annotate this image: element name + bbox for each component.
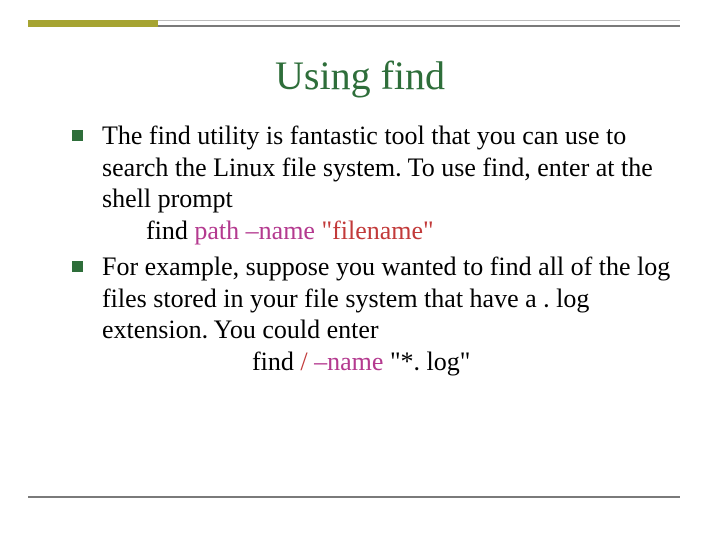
bullet-item: For example, suppose you wanted to find … bbox=[72, 251, 672, 378]
command-line: find path –name "filename" bbox=[102, 215, 672, 247]
bullet-item: The find utility is fantastic tool that … bbox=[72, 120, 672, 247]
slide: Using find The find utility is fantastic… bbox=[0, 0, 720, 540]
square-bullet-icon bbox=[72, 130, 83, 141]
bottom-rule bbox=[28, 496, 680, 498]
cmd-part: find bbox=[146, 216, 194, 245]
cmd-part: "*. log" bbox=[383, 347, 470, 376]
bullet-text: The find utility is fantastic tool that … bbox=[102, 121, 653, 213]
command-line: find / –name "*. log" bbox=[102, 346, 672, 378]
cmd-part: –name bbox=[246, 216, 315, 245]
slide-title: Using find bbox=[0, 52, 720, 99]
bullet-text: For example, suppose you wanted to find … bbox=[102, 252, 670, 344]
slide-body: The find utility is fantastic tool that … bbox=[72, 120, 672, 382]
cmd-part: / bbox=[300, 347, 307, 376]
cmd-part: path bbox=[194, 216, 239, 245]
accent-bar bbox=[28, 20, 158, 27]
cmd-part: –name bbox=[314, 347, 383, 376]
cmd-part: "filename" bbox=[321, 216, 433, 245]
square-bullet-icon bbox=[72, 261, 83, 272]
cmd-part: find bbox=[252, 347, 300, 376]
